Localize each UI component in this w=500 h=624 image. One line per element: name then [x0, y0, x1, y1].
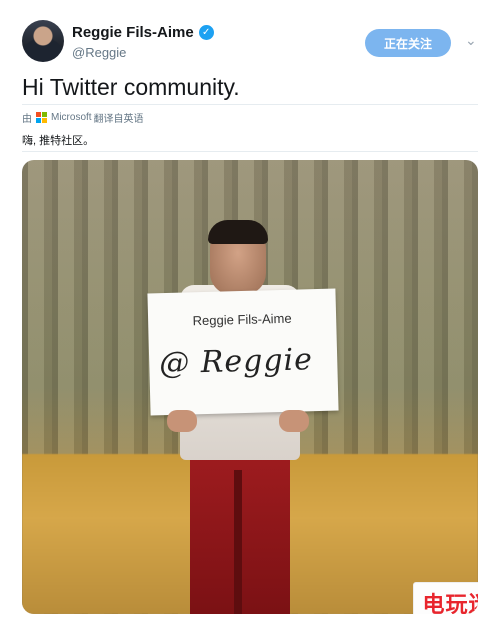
- sign-title: Reggie Fils-Aime: [192, 310, 292, 329]
- tweet-photo[interactable]: Reggie Fils-Aime @ Reggie 电玩迷: [22, 160, 478, 614]
- figure-right-hand: [279, 410, 309, 432]
- user-handle[interactable]: @Reggie: [72, 45, 126, 60]
- figure-pants-gap: [234, 470, 242, 614]
- figure-left-hand: [167, 410, 197, 432]
- translated-text: 嗨, 推特社区。: [22, 135, 95, 147]
- verified-badge-icon: ✓: [198, 25, 214, 40]
- translation-suffix: 翻译自英语: [93, 114, 144, 125]
- avatar[interactable]: [22, 20, 64, 62]
- divider: [22, 104, 478, 105]
- divider: [22, 151, 478, 152]
- held-sign: Reggie Fils-Aime @ Reggie: [147, 288, 339, 416]
- tweet-text: Hi Twitter community.: [22, 74, 240, 100]
- translation-prefix: 由: [22, 114, 32, 125]
- following-button[interactable]: 正在关注: [365, 29, 451, 57]
- chevron-down-icon[interactable]: ⌄: [465, 32, 477, 49]
- figure-hair: [208, 220, 268, 244]
- translation-brand[interactable]: Microsoft: [51, 112, 92, 123]
- microsoft-logo-icon: [36, 112, 47, 123]
- watermark-logo: 电玩迷: [413, 582, 478, 614]
- display-name-row[interactable]: Reggie Fils-Aime ✓: [72, 24, 214, 41]
- display-name[interactable]: Reggie Fils-Aime: [72, 24, 194, 41]
- translation-attribution: 由 Microsoft 翻译自英语: [22, 110, 144, 125]
- sign-handwriting: @ Reggie: [158, 342, 314, 382]
